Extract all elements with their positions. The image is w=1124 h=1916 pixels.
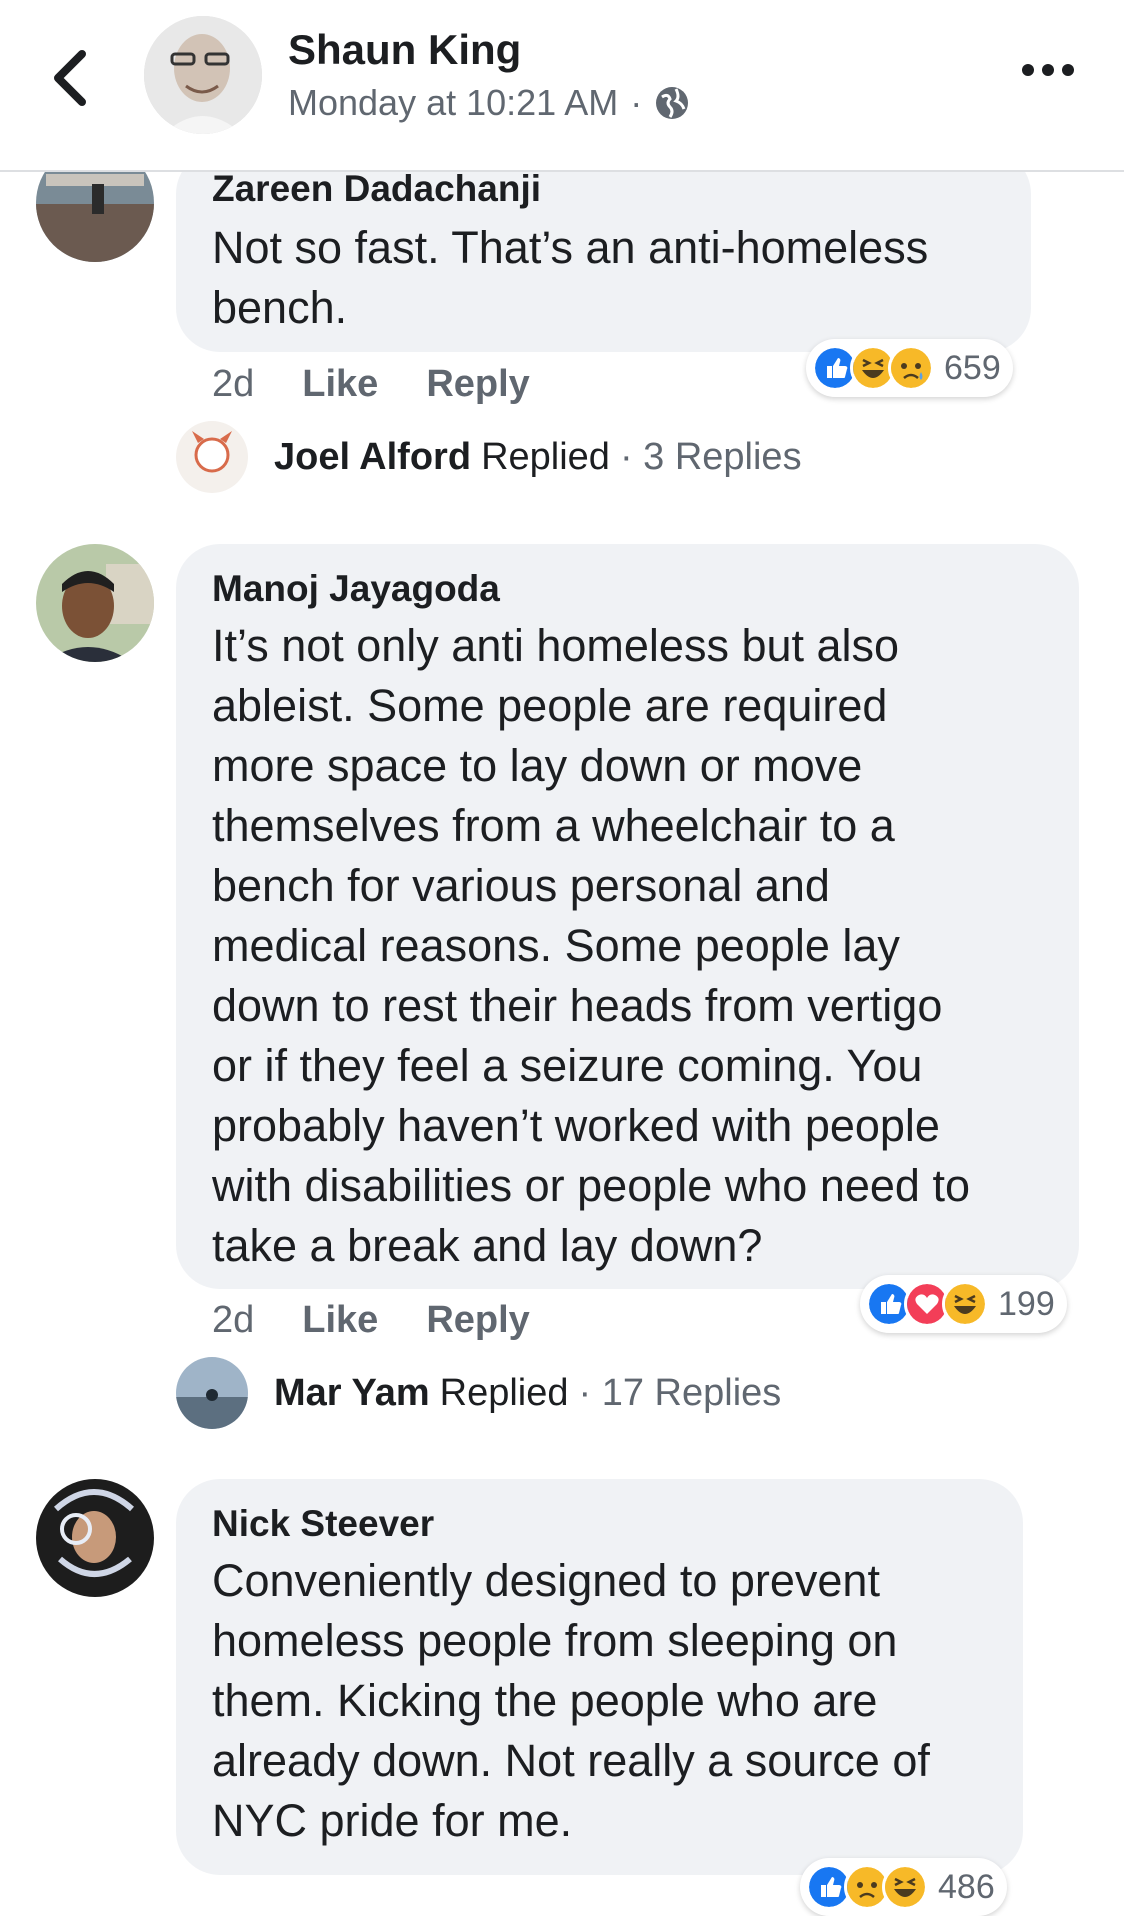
comment-line: bench for various personal and — [212, 860, 830, 911]
reaction-summary[interactable]: 486 — [800, 1858, 1007, 1916]
sad-icon — [888, 345, 934, 391]
reaction-summary[interactable]: 199 — [860, 1275, 1067, 1333]
reaction-summary[interactable]: 659 — [806, 339, 1013, 397]
author-avatar[interactable] — [144, 16, 262, 134]
post-header: Shaun King Monday at 10:21 AM · — [0, 0, 1124, 172]
replied-label: Replied — [439, 1371, 569, 1414]
comment-line: down to rest their heads from vertigo — [212, 980, 943, 1031]
like-button[interactable]: Like — [302, 363, 378, 406]
commenter-avatar[interactable] — [36, 1479, 154, 1597]
comment-line: NYC pride for me. — [212, 1795, 573, 1846]
comment-text: Not so fast. That’s an anti-homeless ben… — [212, 218, 928, 338]
comment-line: Conveniently designed to prevent — [212, 1555, 880, 1606]
comment-author[interactable]: Zareen Dadachanji — [212, 168, 541, 210]
haha-icon — [882, 1864, 928, 1910]
comment-line: with disabilities or people who need to — [212, 1160, 970, 1211]
replier-name: Mar Yam — [274, 1371, 430, 1414]
comment-line: or if they feel a seizure coming. You — [212, 1040, 923, 1091]
comment-line: bench. — [212, 282, 348, 333]
reply-count: · 3 Replies — [619, 435, 802, 478]
comment-line: probably haven’t worked with people — [212, 1100, 940, 1151]
comment-author[interactable]: Nick Steever — [212, 1503, 434, 1545]
reaction-count: 486 — [938, 1867, 995, 1906]
comment-line: already down. Not really a source of — [212, 1735, 930, 1786]
comment-line: Not so fast. That’s an anti-homeless — [212, 222, 929, 273]
comment-author[interactable]: Manoj Jayagoda — [212, 568, 500, 610]
replier-avatar — [176, 421, 248, 493]
author-name[interactable]: Shaun King — [288, 26, 521, 74]
meta-separator: · — [630, 82, 643, 123]
replies-link[interactable]: Mar Yam Replied · 17 Replies — [176, 1357, 781, 1429]
comment-line: more space to lay down or move — [212, 740, 863, 791]
replied-label: Replied — [481, 435, 610, 478]
like-button[interactable]: Like — [302, 1299, 378, 1342]
comment-time[interactable]: 2d — [212, 363, 254, 406]
replies-link[interactable]: Joel Alford Replied · 3 Replies — [176, 421, 802, 493]
commenter-avatar[interactable] — [36, 544, 154, 662]
back-chevron-icon[interactable] — [48, 48, 92, 108]
comment-text: It’s not only anti homeless but also abl… — [212, 616, 970, 1276]
post-timestamp[interactable]: Monday at 10:21 AM — [288, 82, 618, 124]
reaction-count: 659 — [944, 348, 1001, 387]
comment-text: Conveniently designed to prevent homeles… — [212, 1551, 930, 1851]
reply-count: · 17 Replies — [578, 1371, 782, 1414]
comment-line: take a break and lay down? — [212, 1220, 763, 1271]
comment-actions: 2d Like Reply — [212, 1299, 530, 1342]
comment-line: homeless people from sleeping on — [212, 1615, 898, 1666]
more-options-icon[interactable] — [1020, 60, 1076, 80]
comment-time[interactable]: 2d — [212, 1299, 254, 1342]
globe-icon — [656, 87, 689, 119]
comment-line: medical reasons. Some people lay — [212, 920, 900, 971]
haha-icon — [942, 1281, 988, 1327]
comment-line: them. Kicking the people who are — [212, 1675, 878, 1726]
post-meta: Monday at 10:21 AM · — [288, 82, 690, 124]
comment-actions: 2d Like Reply — [212, 363, 530, 406]
replier-name: Joel Alford — [274, 435, 472, 478]
replier-avatar — [176, 1357, 248, 1429]
comment-line: ableist. Some people are required — [212, 680, 888, 731]
reply-button[interactable]: Reply — [426, 1299, 529, 1342]
reply-button[interactable]: Reply — [426, 363, 529, 406]
comment-line: themselves from a wheelchair to a — [212, 800, 895, 851]
comment-line: It’s not only anti homeless but also — [212, 620, 900, 671]
reaction-count: 199 — [998, 1284, 1055, 1323]
